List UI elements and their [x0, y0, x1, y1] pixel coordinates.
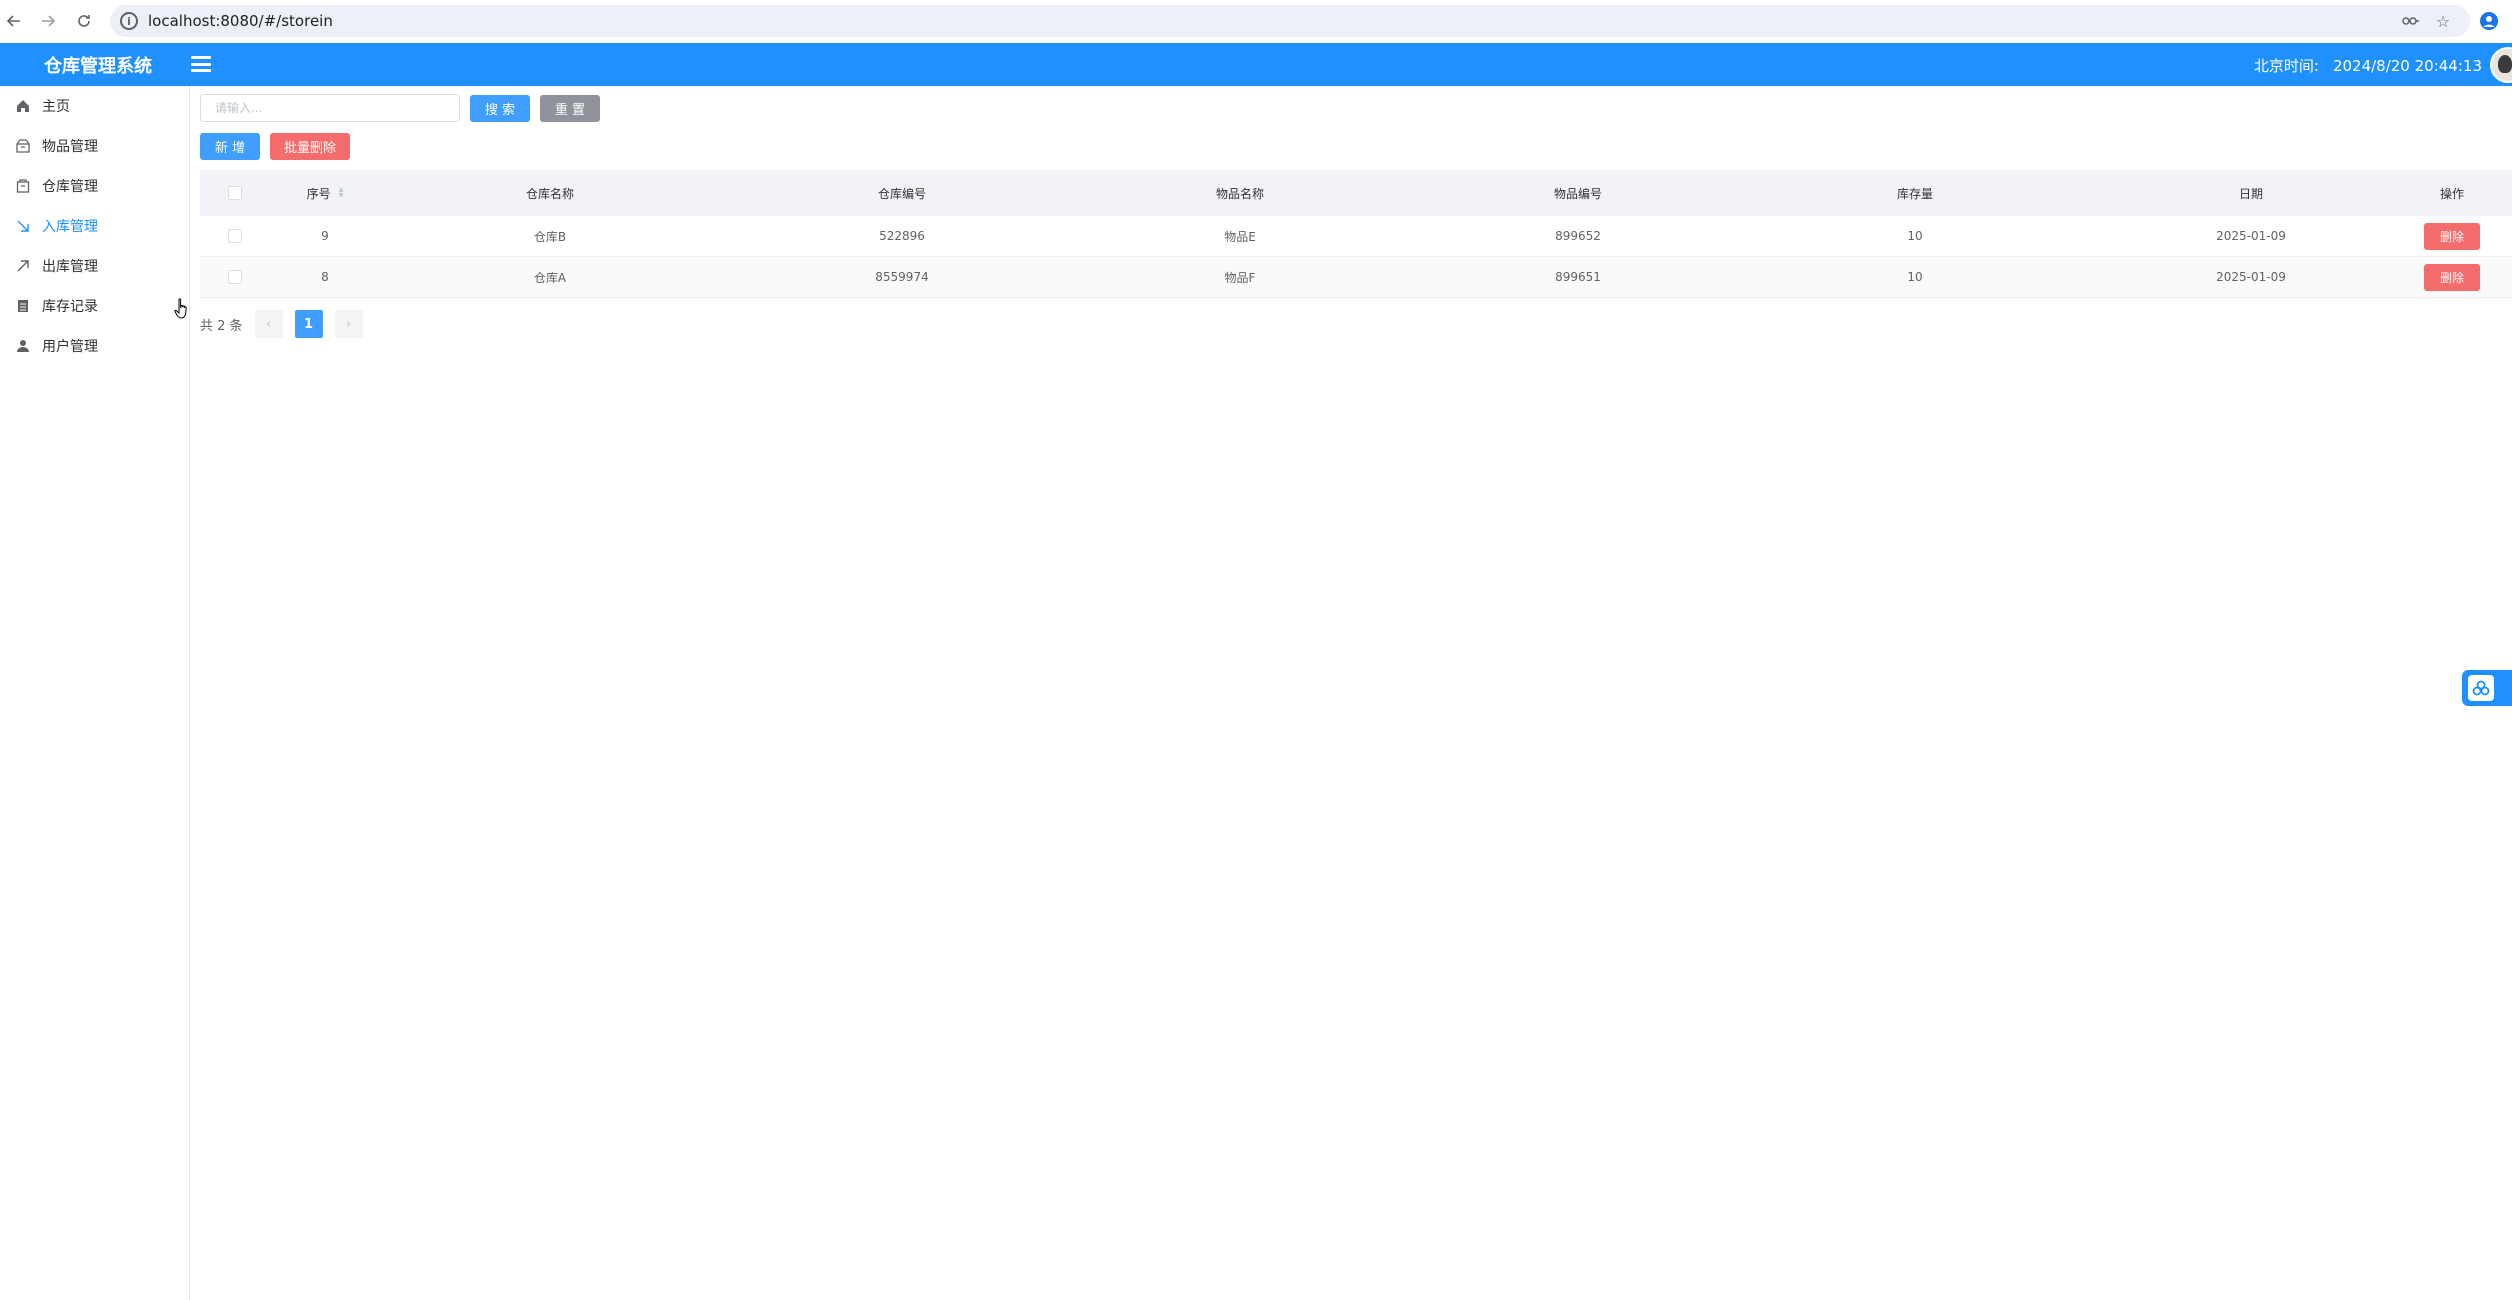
column-header-action: 操作: [2439, 186, 2464, 201]
floating-assistant-widget[interactable]: [2462, 670, 2512, 706]
sidebar-item-label: 出库管理: [42, 259, 98, 275]
add-button[interactable]: 新 增: [200, 133, 260, 160]
back-arrow-icon[interactable]: [2, 9, 26, 33]
cell-warehouse-no: 8559974: [875, 270, 929, 284]
sidebar-item-storein[interactable]: 入库管理: [0, 206, 189, 246]
arrow-in-icon: [14, 217, 32, 235]
sidebar-item-home[interactable]: 主页: [0, 86, 189, 126]
beijing-clock: 北京时间: 2024/8/20 20:44:13: [2254, 55, 2482, 76]
column-header-stock: 库存量: [1896, 186, 1933, 201]
cell-warehouse-name: 仓库B: [533, 229, 567, 244]
sidebar-item-label: 入库管理: [42, 219, 98, 235]
assistant-icon: [2468, 675, 2494, 701]
sidebar-item-label: 主页: [42, 99, 70, 115]
cell-date: 2025-01-09: [2216, 270, 2286, 284]
app-header: 仓库管理系统 北京时间: 2024/8/20 20:44:13: [0, 43, 2512, 86]
sidebar-item-storeout[interactable]: 出库管理: [0, 246, 189, 286]
batch-delete-button[interactable]: 批量删除: [270, 133, 350, 160]
cell-item-name: 物品E: [1224, 229, 1256, 244]
column-header-warehouse-no: 仓库编号: [877, 186, 926, 201]
cell-item-no: 899652: [1555, 229, 1601, 243]
avatar[interactable]: [2490, 47, 2512, 83]
url-text[interactable]: localhost:8080/#/storein: [148, 12, 333, 30]
sidebar-item-label: 库存记录: [42, 299, 98, 315]
sidebar-item-warehouse[interactable]: 仓库管理: [0, 166, 189, 206]
page-number-current[interactable]: 1: [294, 310, 323, 338]
cell-warehouse-no: 522896: [879, 229, 925, 243]
app-title: 仓库管理系统: [44, 56, 152, 77]
chevron-left-icon[interactable]: ‹: [254, 310, 283, 338]
search-input[interactable]: 请输入...: [200, 94, 460, 122]
column-header-id[interactable]: 序号 ▲ ▼: [240, 170, 410, 216]
bookmark-star-icon[interactable]: ☆: [2432, 10, 2454, 32]
profile-icon[interactable]: [2478, 10, 2500, 32]
chevron-right-icon[interactable]: ›: [334, 310, 363, 338]
browser-toolbar: i localhost:8080/#/storein ☆: [0, 0, 2512, 43]
cell-id: 9: [321, 229, 329, 243]
pagination-total: 共 2 条: [200, 318, 243, 334]
cell-id: 8: [321, 270, 329, 284]
arrow-out-icon: [14, 257, 32, 275]
reset-button[interactable]: 重 置: [540, 95, 600, 122]
sidebar-item-label: 仓库管理: [42, 179, 98, 195]
clock-label: 北京时间:: [2253, 57, 2319, 75]
cell-stock: 10: [1907, 229, 1923, 243]
warehouse-icon: [14, 177, 32, 195]
cell-item-no: 899651: [1555, 270, 1601, 284]
site-info-icon[interactable]: i: [120, 12, 138, 30]
menu-toggle-icon[interactable]: [191, 56, 211, 72]
storein-table: 序号 ▲ ▼ 仓库名称 仓库编号 物品名称 物品编号 库存量 日期 操作 9 仓库…: [200, 170, 2512, 298]
table-header: 序号 ▲ ▼ 仓库名称 仓库编号 物品名称 物品编号 库存量 日期 操作: [200, 170, 2512, 216]
cell-warehouse-name: 仓库A: [533, 270, 567, 285]
clock-value: 2024/8/20 20:44:13: [2332, 57, 2482, 75]
hand-cursor-icon: [174, 298, 187, 319]
address-bar[interactable]: i localhost:8080/#/storein: [110, 5, 2470, 37]
sidebar-item-users[interactable]: 用户管理: [0, 326, 189, 366]
record-icon: [14, 297, 32, 315]
cell-date: 2025-01-09: [2216, 229, 2286, 243]
column-label: 序号: [306, 186, 331, 201]
column-header-item-no: 物品编号: [1553, 186, 1602, 201]
cell-item-name: 物品F: [1224, 270, 1256, 285]
column-header-warehouse-name: 仓库名称: [525, 186, 574, 201]
forward-arrow-icon[interactable]: [36, 9, 60, 33]
cell-stock: 10: [1907, 270, 1923, 284]
delete-button[interactable]: 删除: [2424, 263, 2480, 291]
table-row: 8 仓库A 8559974 物品F 899651 10 2025-01-09 删…: [200, 257, 2512, 298]
box-icon: [14, 137, 32, 155]
sidebar-item-label: 物品管理: [42, 139, 98, 155]
search-button[interactable]: 搜 索: [470, 95, 530, 122]
sidebar-item-records[interactable]: 库存记录: [0, 286, 189, 326]
sidebar-item-label: 用户管理: [42, 339, 98, 355]
sidebar: 主页 物品管理 仓库管理 入库管理 出库管理 库存记录 用户管理: [0, 86, 190, 1300]
reload-icon[interactable]: [72, 9, 96, 33]
home-icon: [14, 97, 32, 115]
pagination: 共 2 条 ‹ 1 ›: [200, 310, 363, 338]
column-header-date: 日期: [2238, 186, 2263, 201]
sort-caret-icon[interactable]: ▲ ▼: [339, 187, 344, 199]
delete-button[interactable]: 删除: [2424, 222, 2480, 250]
table-row: 9 仓库B 522896 物品E 899652 10 2025-01-09 删除: [200, 216, 2512, 257]
column-header-item-name: 物品名称: [1215, 186, 1264, 201]
user-icon: [14, 337, 32, 355]
sidebar-item-items[interactable]: 物品管理: [0, 126, 189, 166]
password-key-icon[interactable]: [2400, 10, 2422, 32]
